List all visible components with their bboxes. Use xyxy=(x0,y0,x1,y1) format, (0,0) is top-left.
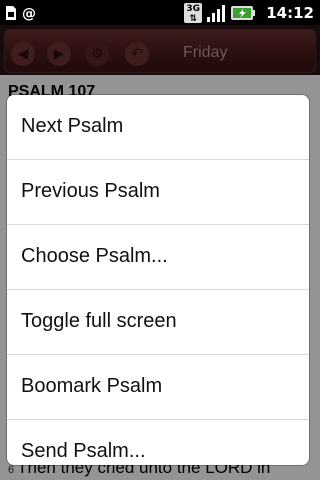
sim-toolkit-icon xyxy=(6,5,16,20)
menu-item-label: Boomark Psalm xyxy=(21,375,163,397)
network-type-label: 3G xyxy=(186,3,201,14)
status-bar: @ 3G ⇅ 14:12 xyxy=(0,0,320,25)
3g-icon: 3G ⇅ xyxy=(184,2,203,24)
menu-item-label: Choose Psalm... xyxy=(21,245,168,267)
status-time: 14:12 xyxy=(266,3,314,22)
menu-item-bookmark-psalm[interactable]: Boomark Psalm xyxy=(7,355,309,420)
menu-item-previous-psalm[interactable]: Previous Psalm xyxy=(7,160,309,225)
menu-item-send-psalm[interactable]: Send Psalm... xyxy=(7,420,309,465)
menu-item-label: Previous Psalm xyxy=(21,180,160,202)
battery-charging-icon xyxy=(231,5,256,20)
menu-item-next-psalm[interactable]: Next Psalm xyxy=(7,95,309,160)
menu-item-label: Next Psalm xyxy=(21,115,124,137)
signal-icon xyxy=(207,4,226,22)
status-right: 3G ⇅ 14:12 xyxy=(184,2,314,24)
status-left: @ xyxy=(4,2,39,23)
email-icon: @ xyxy=(22,6,36,21)
menu-item-label: Send Psalm... xyxy=(21,440,146,462)
menu-item-toggle-full-screen[interactable]: Toggle full screen xyxy=(7,290,309,355)
svg-text:@: @ xyxy=(22,6,36,21)
options-menu: Next Psalm Previous Psalm Choose Psalm..… xyxy=(7,95,309,465)
menu-item-choose-psalm[interactable]: Choose Psalm... xyxy=(7,225,309,290)
menu-item-label: Toggle full screen xyxy=(21,310,177,332)
